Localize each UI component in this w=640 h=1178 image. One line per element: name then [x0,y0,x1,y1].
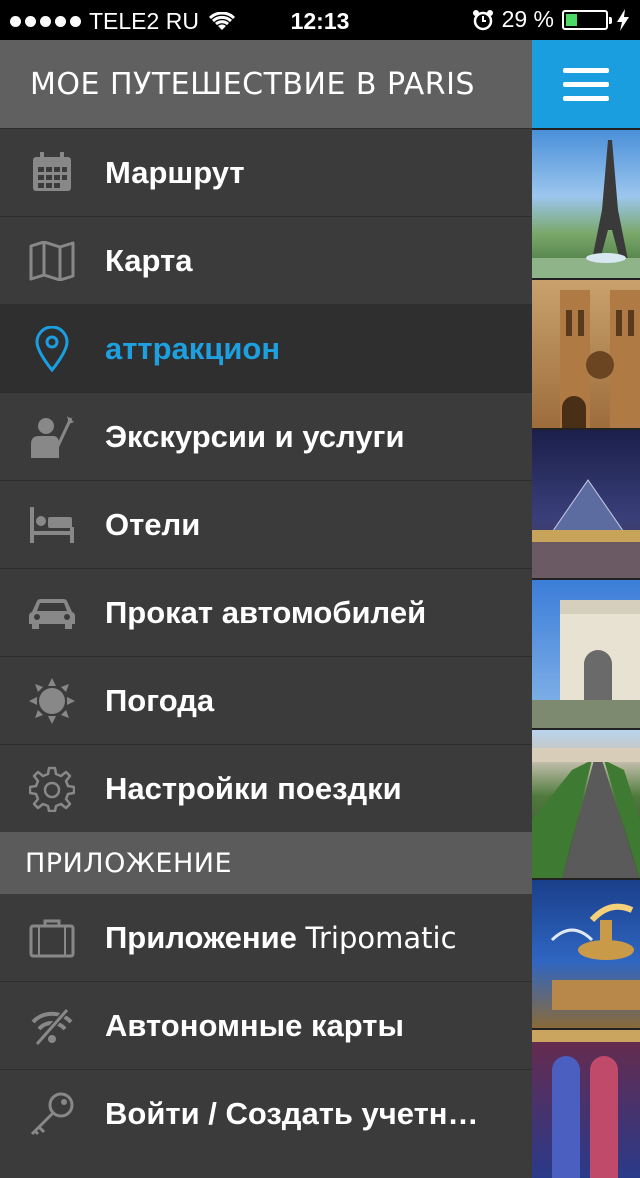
menu-item-offline-maps[interactable]: Автономные карты [0,981,532,1069]
menu-item-tours[interactable]: Экскурсии и услуги [0,392,532,480]
menu-item-label: Экскурсии и услуги [105,418,405,454]
notre-dame-image[interactable] [532,278,640,428]
sainte-chapelle-image[interactable] [532,1028,640,1178]
bed-icon [27,500,77,550]
alarm-icon [472,9,493,30]
map-icon [27,236,77,286]
battery-percent: 29 % [501,6,554,32]
menu-item-label: аттракцион [105,330,281,366]
menu-item-label: Войти / Создать учетн… [105,1095,479,1131]
menu-item-attractions[interactable]: аттракцион [0,304,532,392]
fountain-image[interactable] [532,878,640,1028]
menu-item-label: Настройки поездки [105,770,402,806]
menu-item-label: Маршрут [105,154,245,190]
menu-item-hotels[interactable]: Отели [0,480,532,568]
menu-item-car-rental[interactable]: Прокат автомобилей [0,568,532,656]
menu-item-tripomatic-app[interactable]: Приложение Tripomatic [0,894,532,981]
offline-signal-icon [27,1001,77,1051]
menu-item-trip-settings[interactable]: Настройки поездки [0,744,532,832]
content-peek [532,40,640,1178]
menu-item-label: Карта [105,242,193,278]
menu-item-route[interactable]: Маршрут [0,128,532,216]
charging-icon [617,8,629,31]
label-bold: Приложение [105,919,297,955]
calendar-icon [27,148,77,198]
tour-guide-icon [27,412,77,462]
section-header: ПРИЛОЖЕНИЕ [0,832,532,894]
battery-icon [562,9,612,30]
sun-icon [27,676,77,726]
menu-item-label: Отели [105,506,201,542]
louvre-pyramid-image[interactable] [532,428,640,578]
arc-de-triomphe-image[interactable] [532,578,640,728]
champs-elysees-image[interactable] [532,728,640,878]
status-bar: TELE2 RU 12:13 29 % [0,0,640,40]
hamburger-menu-button[interactable] [532,40,640,128]
menu-item-label: Погода [105,682,215,718]
menu-item-label: Приложение Tripomatic [105,920,457,956]
navigation-drawer: МОЕ ПУТЕШЕСТВИЕ В PARIS Маршрут Карта ат… [0,40,532,1136]
suitcase-icon [27,913,77,963]
menu-item-weather[interactable]: Погода [0,656,532,744]
menu-item-label: Автономные карты [105,1007,404,1043]
label-light: Tripomatic [305,920,457,955]
menu-item-label: Прокат автомобилей [105,594,427,630]
car-icon [27,588,77,638]
gear-icon [27,764,77,814]
location-pin-icon [27,324,77,374]
menu-item-login[interactable]: Войти / Создать учетн… [0,1069,532,1157]
menu-item-map[interactable]: Карта [0,216,532,304]
eiffel-tower-image[interactable] [532,128,640,278]
key-icon [27,1089,77,1139]
drawer-title: МОЕ ПУТЕШЕСТВИЕ В PARIS [0,40,532,128]
